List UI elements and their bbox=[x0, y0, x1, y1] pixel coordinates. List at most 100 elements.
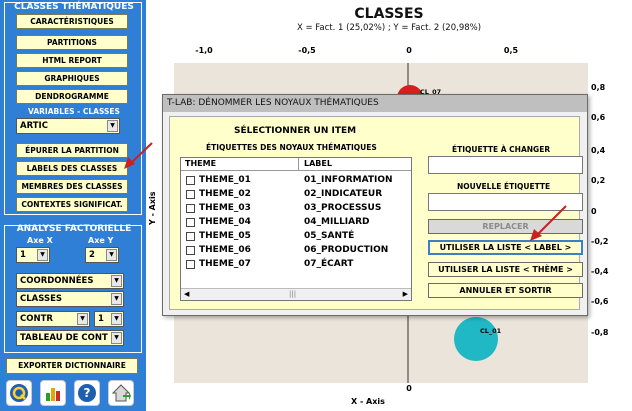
point-label: CL_01 bbox=[480, 327, 502, 335]
x-tick: 0 bbox=[406, 46, 412, 55]
list-caption: ÉTIQUETTES DES NOYAUX THÉMATIQUES bbox=[206, 143, 377, 152]
item-label: 02_INDICATEUR bbox=[304, 189, 383, 199]
chevron-down-icon[interactable]: ▼ bbox=[111, 293, 122, 305]
list-item[interactable]: THEME_03 03_PROCESSUS bbox=[181, 202, 411, 215]
item-checkbox[interactable] bbox=[186, 176, 195, 185]
y-tick: -0,2 bbox=[591, 237, 609, 246]
cancel-exit-button[interactable]: ANNULER ET SORTIR bbox=[428, 283, 583, 298]
item-label: 01_INFORMATION bbox=[304, 175, 393, 185]
contr-select[interactable]: CONTR ▼ bbox=[16, 311, 90, 327]
partitions-button[interactable]: PARTITIONS bbox=[16, 35, 128, 50]
chevron-down-icon[interactable]: ▼ bbox=[107, 120, 118, 132]
new-label-input[interactable] bbox=[428, 193, 583, 211]
rename-dialog: T-LAB: DÉNOMMER LES NOYAUX THÉMATIQUES S… bbox=[162, 94, 588, 316]
factor-title: ANALYSE FACTORIELLE bbox=[16, 224, 132, 234]
item-checkbox[interactable] bbox=[186, 190, 195, 199]
epurer-partition-button[interactable]: ÉPURER LA PARTITION bbox=[16, 143, 128, 158]
chevron-down-icon[interactable]: ▼ bbox=[111, 332, 122, 344]
axe-y-select[interactable]: 2 ▼ bbox=[85, 247, 119, 263]
y-tick: -0,8 bbox=[591, 328, 609, 337]
item-theme: THEME_05 bbox=[199, 231, 251, 241]
stats-button[interactable] bbox=[40, 380, 66, 406]
graphiques-button[interactable]: GRAPHIQUES bbox=[16, 71, 128, 86]
item-checkbox[interactable] bbox=[186, 204, 195, 213]
theme-list[interactable]: THEME LABEL THEME_01 01_INFORMATION THEME… bbox=[180, 157, 412, 301]
y-tick: 0 bbox=[591, 207, 597, 216]
coordonnees-select[interactable]: COORDONNÉES ▼ bbox=[16, 273, 124, 289]
item-theme: THEME_03 bbox=[199, 203, 251, 213]
labels-classes-button[interactable]: LABELS DES CLASSES bbox=[16, 161, 128, 176]
dialog-body: SÉLECTIONNER UN ITEM ÉTIQUETTES DES NOYA… bbox=[169, 116, 583, 310]
replace-button[interactable]: REPLACER bbox=[428, 219, 583, 234]
y-tick: 0,2 bbox=[591, 176, 606, 185]
chevron-down-icon[interactable]: ▼ bbox=[77, 313, 88, 325]
item-label: 03_PROCESSUS bbox=[304, 203, 382, 213]
x-tick-bottom: 0 bbox=[406, 384, 412, 393]
chevron-down-icon[interactable]: ▼ bbox=[37, 249, 48, 261]
chevron-down-icon[interactable]: ▼ bbox=[111, 313, 122, 325]
classes-select[interactable]: CLASSES ▼ bbox=[16, 291, 124, 307]
y-axis-label: Y - Axis bbox=[148, 191, 157, 225]
new-label-caption: NOUVELLE ÉTIQUETTE bbox=[457, 182, 551, 191]
horizontal-scrollbar[interactable]: ◀ ||| ▶ bbox=[181, 288, 411, 300]
scroll-right-icon[interactable]: ▶ bbox=[403, 290, 408, 298]
membres-classes-button[interactable]: MEMBRES DES CLASSES bbox=[16, 179, 128, 194]
item-theme: THEME_07 bbox=[199, 259, 251, 269]
item-theme: THEME_04 bbox=[199, 217, 251, 227]
item-label: 06_PRODUCTION bbox=[304, 245, 389, 255]
use-label-list-button[interactable]: UTILISER LA LISTE < LABEL > bbox=[428, 240, 583, 255]
caracteristiques-button[interactable]: CARACTÉRISTIQUES bbox=[16, 14, 128, 29]
axe-x-select[interactable]: 1 ▼ bbox=[16, 247, 50, 263]
col-theme-header: THEME bbox=[185, 159, 217, 168]
dendrogramme-button[interactable]: DENDROGRAMME bbox=[16, 89, 128, 104]
html-report-button[interactable]: HTML REPORT bbox=[16, 53, 128, 68]
label-to-change-input[interactable] bbox=[428, 156, 583, 174]
axe-y-label: Axe Y bbox=[88, 236, 114, 245]
exporter-dictionnaire-button[interactable]: EXPORTER DICTIONNAIRE bbox=[6, 358, 138, 374]
list-item[interactable]: THEME_04 04_MILLIARD bbox=[181, 216, 411, 229]
x-tick: -1,0 bbox=[195, 46, 213, 55]
chevron-down-icon[interactable]: ▼ bbox=[106, 249, 117, 261]
classes-value: CLASSES bbox=[20, 294, 63, 304]
item-theme: THEME_01 bbox=[199, 175, 251, 185]
sidebar: CLASSES THÉMATIQUES CARACTÉRISTIQUES PAR… bbox=[0, 0, 146, 411]
x-axis-label: X - Axis bbox=[351, 397, 385, 406]
quit-button[interactable] bbox=[6, 380, 32, 406]
item-label: 05_SANTÉ bbox=[304, 231, 355, 241]
y-tick: 0,4 bbox=[591, 146, 606, 155]
scroll-left-icon[interactable]: ◀ bbox=[184, 290, 189, 298]
item-checkbox[interactable] bbox=[186, 246, 195, 255]
item-checkbox[interactable] bbox=[186, 218, 195, 227]
chevron-down-icon[interactable]: ▼ bbox=[111, 275, 122, 287]
y-tick: 0,6 bbox=[591, 113, 606, 122]
label-to-change-caption: ÉTIQUETTE À CHANGER bbox=[452, 145, 551, 154]
contr-num-value: 1 bbox=[98, 314, 104, 324]
coordonnees-value: COORDONNÉES bbox=[20, 276, 94, 286]
x-tick: 0,5 bbox=[503, 46, 519, 55]
quit-icon bbox=[10, 384, 28, 402]
list-item[interactable]: THEME_07 07_ÉCART bbox=[181, 258, 411, 271]
axe-x-label: Axe X bbox=[27, 236, 53, 245]
use-theme-list-button[interactable]: UTILISER LA LISTE < THÈME > bbox=[428, 262, 583, 277]
contextes-button[interactable]: CONTEXTES SIGNIFICAT. bbox=[16, 197, 128, 212]
chart-title: CLASSES bbox=[354, 6, 424, 22]
tableau-select[interactable]: TABLEAU DE CONT ▼ bbox=[16, 330, 124, 346]
variable-select[interactable]: ARTIC ▼ bbox=[16, 118, 120, 134]
list-item[interactable]: THEME_01 01_INFORMATION bbox=[181, 174, 411, 187]
item-label: 07_ÉCART bbox=[304, 259, 354, 269]
help-icon: ? bbox=[78, 384, 96, 402]
dialog-title: T-LAB: DÉNOMMER LES NOYAUX THÉMATIQUES bbox=[163, 95, 587, 112]
home-button[interactable] bbox=[108, 380, 134, 406]
scroll-grip-icon[interactable]: ||| bbox=[289, 290, 296, 298]
help-button[interactable]: ? bbox=[74, 380, 100, 406]
item-checkbox[interactable] bbox=[186, 260, 195, 269]
contr-num-select[interactable]: 1 ▼ bbox=[94, 311, 124, 327]
classes-title: CLASSES THÉMATIQUES bbox=[14, 2, 134, 12]
item-label: 04_MILLIARD bbox=[304, 217, 370, 227]
list-item[interactable]: THEME_05 05_SANTÉ bbox=[181, 230, 411, 243]
class-point-cl01[interactable] bbox=[454, 317, 498, 361]
list-item[interactable]: THEME_06 06_PRODUCTION bbox=[181, 244, 411, 257]
list-item[interactable]: THEME_02 02_INDICATEUR bbox=[181, 188, 411, 201]
item-checkbox[interactable] bbox=[186, 232, 195, 241]
y-tick: -0,6 bbox=[591, 297, 609, 306]
